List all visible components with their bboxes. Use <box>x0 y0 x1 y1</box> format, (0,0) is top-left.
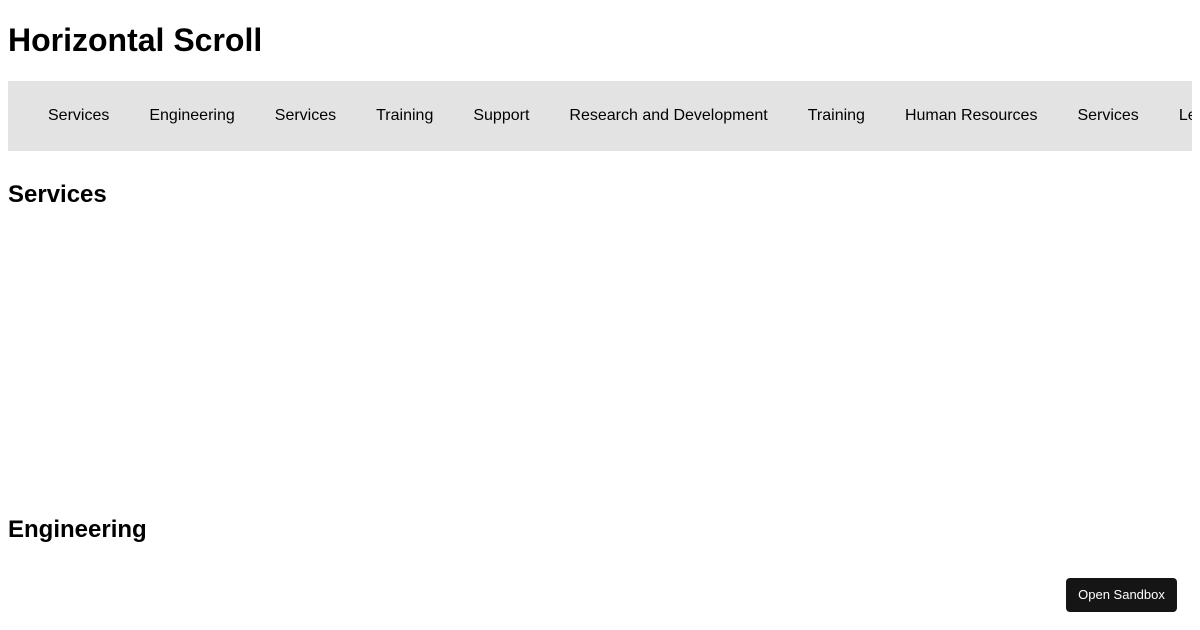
nav-link-services[interactable]: Services <box>28 106 129 126</box>
nav-link-services[interactable]: Services <box>255 106 356 126</box>
nav-link-legal[interactable]: Legal <box>1159 106 1192 126</box>
section-heading-services: Services <box>8 181 107 208</box>
nav-link-engineering[interactable]: Engineering <box>129 106 254 126</box>
nav-link-support[interactable]: Support <box>453 106 549 126</box>
section-heading-engineering: Engineering <box>8 516 147 543</box>
page: Horizontal Scroll Services Engineering S… <box>0 0 1200 630</box>
nav-link-human-resources[interactable]: Human Resources <box>885 106 1058 126</box>
nav-link-training[interactable]: Training <box>788 106 885 126</box>
open-sandbox-button[interactable]: Open Sandbox <box>1066 578 1177 612</box>
nav-link-research-and-development[interactable]: Research and Development <box>549 106 787 126</box>
nav-link-training[interactable]: Training <box>356 106 453 126</box>
horizontal-scroll-nav[interactable]: Services Engineering Services Training S… <box>8 81 1192 151</box>
page-title: Horizontal Scroll <box>8 22 263 58</box>
nav-track: Services Engineering Services Training S… <box>8 81 1192 151</box>
nav-link-services[interactable]: Services <box>1057 106 1158 126</box>
